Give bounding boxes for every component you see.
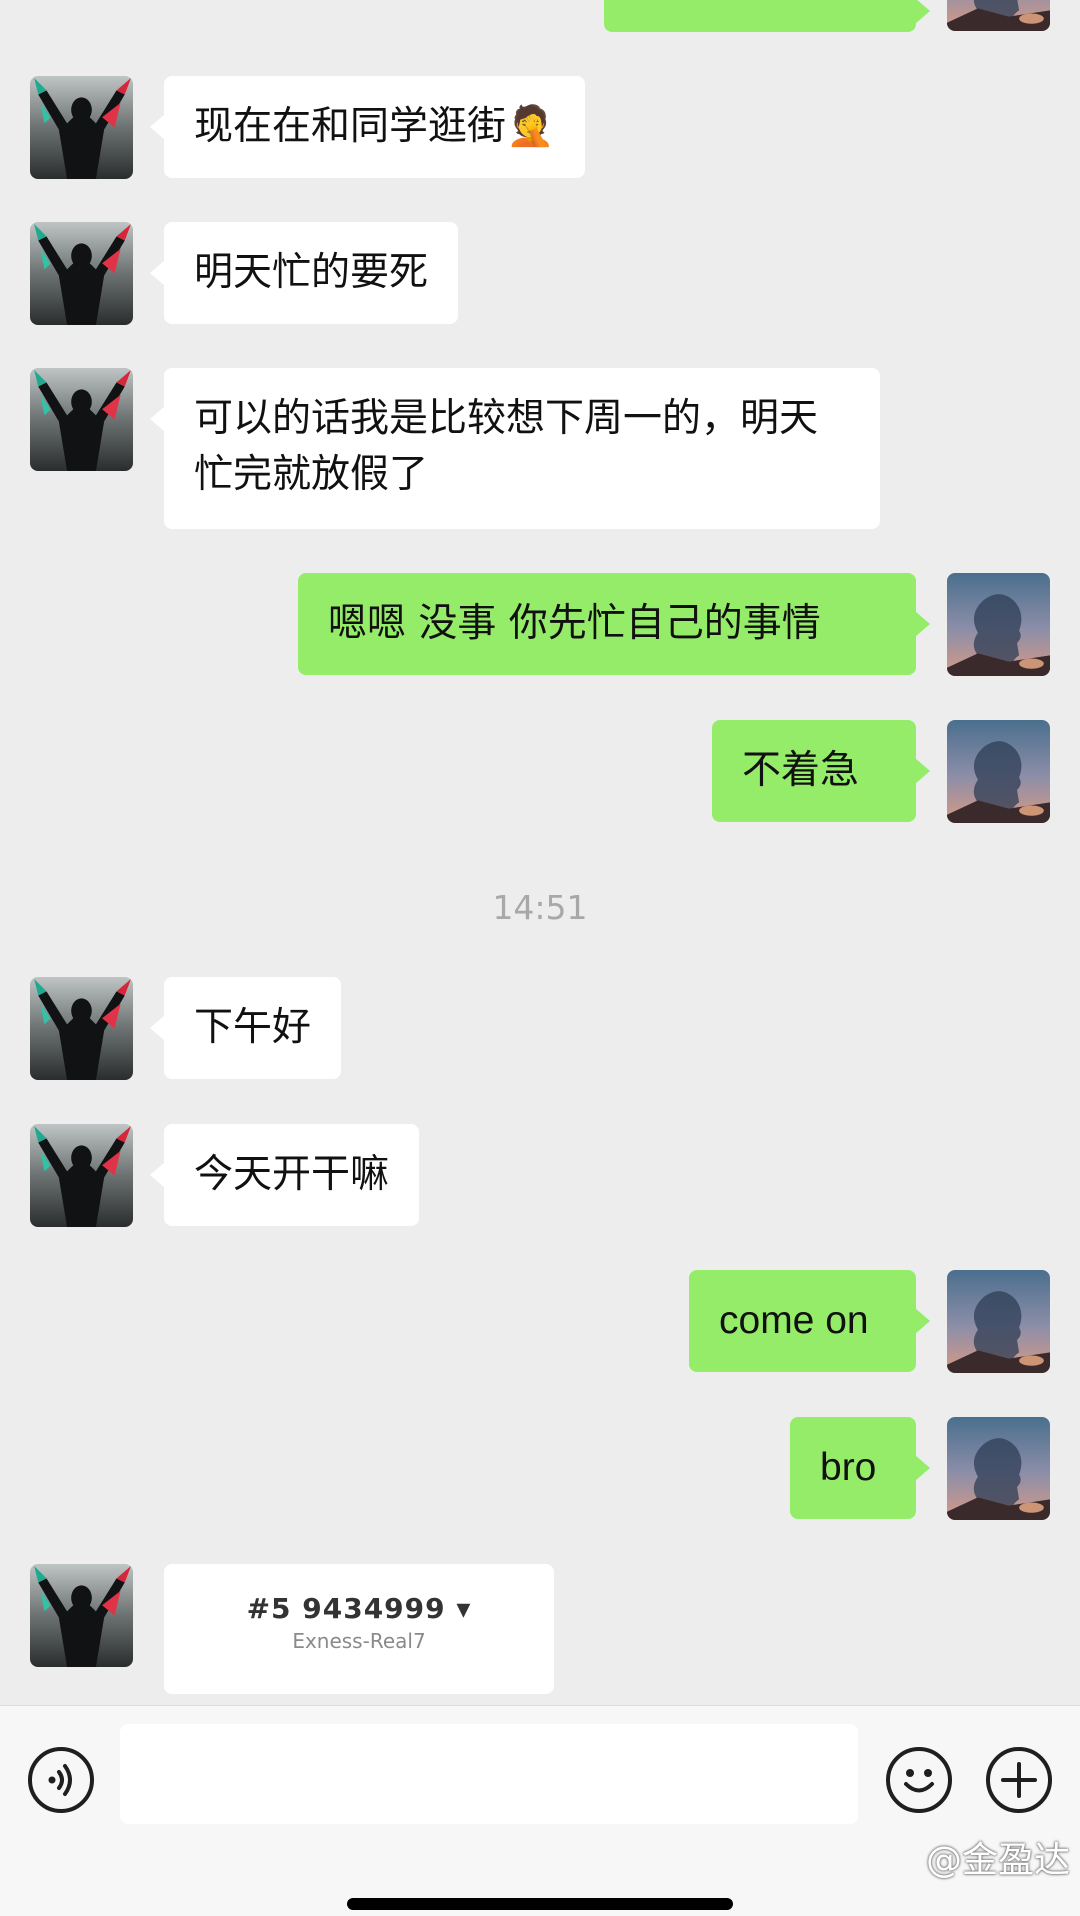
trading-server-name: Exness-Real7 — [292, 1629, 426, 1653]
contact-avatar[interactable] — [30, 76, 133, 179]
message-bubble-outgoing[interactable] — [604, 0, 930, 32]
home-indicator[interactable] — [347, 1898, 733, 1910]
timestamp: 14:51 — [492, 888, 588, 927]
message-bubble-outgoing[interactable]: 嗯嗯 没事 你先忙自己的事情 — [298, 573, 930, 675]
my-avatar[interactable] — [947, 1417, 1050, 1520]
voice-icon[interactable] — [28, 1747, 94, 1813]
message-bubble-outgoing[interactable]: bro — [790, 1417, 930, 1519]
contact-avatar[interactable] — [30, 1564, 133, 1667]
plus-icon[interactable] — [986, 1747, 1052, 1813]
message-bubble-incoming[interactable]: 下午好 — [149, 977, 342, 1079]
message-bubble-incoming[interactable]: 现在在和同学逛街🤦 — [150, 76, 585, 178]
emoji-icon[interactable] — [886, 1747, 952, 1813]
message-bubble-incoming[interactable]: 可以的话我是比较想下周一的，明天忙完就放假了 — [150, 368, 880, 529]
contact-avatar[interactable] — [30, 977, 133, 1080]
message-bubble-outgoing[interactable]: come on — [689, 1270, 930, 1372]
my-avatar[interactable] — [947, 573, 1050, 676]
message-bubble-incoming[interactable]: 明天忙的要死 — [149, 222, 459, 324]
my-avatar[interactable] — [947, 0, 1050, 31]
message-input[interactable] — [120, 1724, 858, 1824]
image-message[interactable]: #5 9434999 ▾ Exness-Real7 — [164, 1564, 554, 1694]
input-bar: @金盈达 — [0, 1705, 1080, 1916]
chat-area[interactable]: 现在在和同学逛街🤦 明天忙的要死 可以的话我是比较想下周一的，明天忙完就放假了 … — [0, 0, 1080, 1705]
message-bubble-incoming[interactable]: 今天开干嘛 — [149, 1124, 420, 1226]
trading-account-number: #5 9434999 ▾ — [246, 1592, 472, 1625]
contact-avatar[interactable] — [30, 1124, 133, 1227]
contact-avatar[interactable] — [30, 222, 133, 325]
my-avatar[interactable] — [947, 720, 1050, 823]
contact-avatar[interactable] — [30, 368, 133, 471]
message-bubble-outgoing[interactable]: 不着急 — [712, 720, 930, 822]
my-avatar[interactable] — [947, 1270, 1050, 1373]
watermark: @金盈达 — [925, 1840, 1070, 1881]
